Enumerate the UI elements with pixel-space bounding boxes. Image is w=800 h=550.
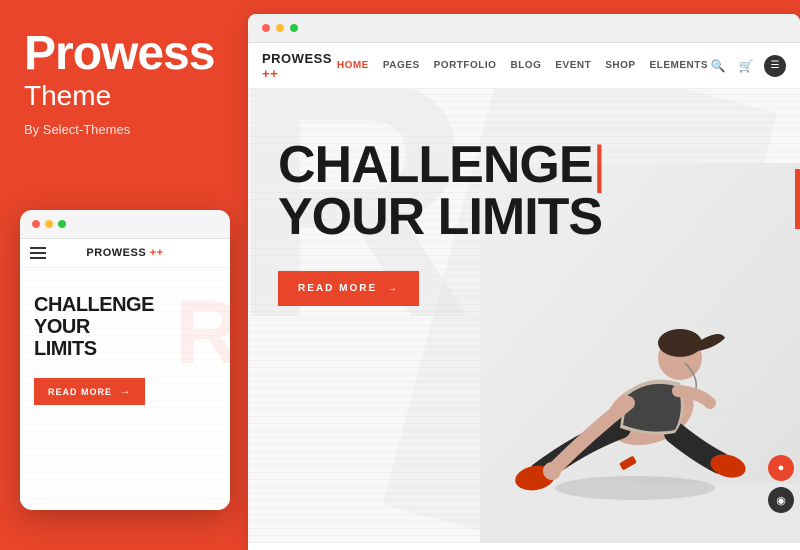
window-dot-yellow [45,220,53,228]
nav-link-blog[interactable]: BLOG [510,60,541,71]
search-icon[interactable]: 🔍 [708,56,728,76]
red-accent-bar [795,169,800,229]
cursor: | [593,136,606,194]
brand-subtitle: Theme [24,80,224,112]
nav-link-portfolio[interactable]: PORTFOLIO [434,60,497,71]
hero-section: R CHALLENGE| YOUR LIMITS READ MORE → [248,89,800,543]
brand-by: By Select-Themes [24,122,224,137]
nav-links: HOME PAGES PORTFOLIO BLOG EVENT SHOP ELE… [337,60,708,71]
mobile-preview-card: PROWESS ++ R CHALLENGE YOUR LIMITS READ … [20,210,230,510]
hero-title-line2: YOUR LIMITS [278,191,770,243]
mobile-hero-title: CHALLENGE YOUR LIMITS [34,294,216,360]
nav-link-event[interactable]: EVENT [555,60,591,71]
left-panel: Prowess Theme By Select-Themes PROWESS +… [0,0,248,550]
hero-content: CHALLENGE| YOUR LIMITS READ MORE → [248,89,800,356]
browser-chrome [248,14,800,43]
menu-icon[interactable]: ☰ [764,55,786,77]
mobile-read-more-button[interactable]: READ MORE → [34,378,145,405]
hero-title-line1: CHALLENGE| [278,139,770,191]
nav-icons: 🔍 🛒 ☰ [708,55,786,77]
window-dot-green [58,220,66,228]
mobile-hero-text: CHALLENGE YOUR LIMITS READ MORE → [34,294,216,405]
hamburger-icon[interactable] [30,247,46,259]
site-logo: PROWESS ++ [262,51,337,81]
corner-icon-orange[interactable]: ● [768,455,794,481]
hero-title: CHALLENGE| YOUR LIMITS [278,139,770,243]
browser-dot-red [262,24,270,32]
corner-icons: ● ◉ [768,455,794,513]
nav-link-shop[interactable]: SHOP [605,60,635,71]
browser-dot-yellow [276,24,284,32]
window-dot-red [32,220,40,228]
arrow-right-icon: → [120,386,131,397]
mobile-nav: PROWESS ++ [20,239,230,268]
site-nav: PROWESS ++ HOME PAGES PORTFOLIO BLOG EVE… [248,43,800,89]
hero-read-more-button[interactable]: READ MORE → [278,271,419,306]
cta-arrow-icon: → [387,283,399,294]
nav-link-pages[interactable]: PAGES [383,60,420,71]
mobile-logo: PROWESS ++ [86,247,163,259]
cart-icon[interactable]: 🛒 [736,56,756,76]
mobile-content: R CHALLENGE YOUR LIMITS READ MORE → [20,268,230,504]
browser-dot-green [290,24,298,32]
nav-link-home[interactable]: HOME [337,60,369,71]
nav-link-elements[interactable]: ELEMENTS [650,60,708,71]
browser-window: PROWESS ++ HOME PAGES PORTFOLIO BLOG EVE… [248,14,800,550]
mobile-card-header [20,210,230,239]
brand-title: Prowess [24,30,224,78]
corner-icon-dark[interactable]: ◉ [768,487,794,513]
